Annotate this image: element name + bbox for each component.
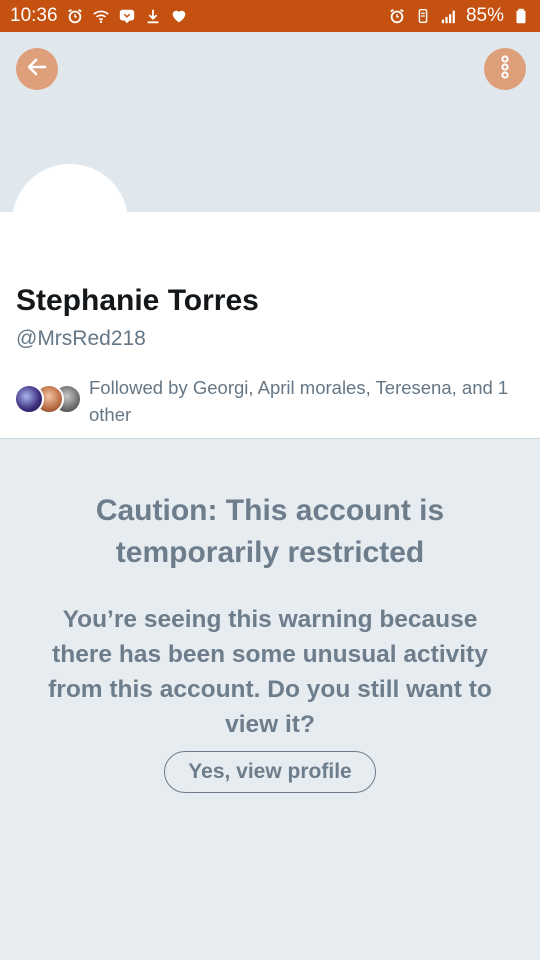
alarm-icon [388, 7, 406, 25]
more-options-button[interactable] [484, 48, 526, 90]
battery-icon [512, 7, 530, 25]
status-time: 10:36 [10, 5, 58, 26]
wifi-icon [92, 7, 110, 25]
arrow-left-icon [25, 55, 49, 84]
profile-name: Stephanie Torres [16, 284, 259, 317]
download-icon [144, 7, 162, 25]
view-profile-button[interactable]: Yes, view profile [164, 751, 376, 793]
alarm-icon [66, 7, 84, 25]
caution-title: Caution: This account is temporarily res… [95, 494, 445, 569]
battery-percent: 85% [465, 5, 504, 26]
restriction-notice: Caution: This account is temporarily res… [0, 490, 540, 742]
heart-icon [170, 7, 188, 25]
follower-avatar [14, 384, 44, 414]
followed-by-text: Followed by Georgi, April morales, Teres… [89, 377, 509, 425]
back-button[interactable] [16, 48, 58, 90]
followed-by[interactable]: Followed by Georgi, April morales, Teres… [14, 374, 526, 430]
profile-handle: @MrsRed218 [16, 327, 146, 350]
caution-message: You’re seeing this warning because there… [48, 606, 492, 738]
avatar[interactable] [12, 164, 128, 280]
more-vertical-icon [493, 53, 517, 86]
signal-icon [440, 7, 458, 25]
status-bar: 10:36 85% [0, 0, 540, 32]
chat-icon [118, 7, 136, 25]
network-icon [414, 7, 432, 25]
